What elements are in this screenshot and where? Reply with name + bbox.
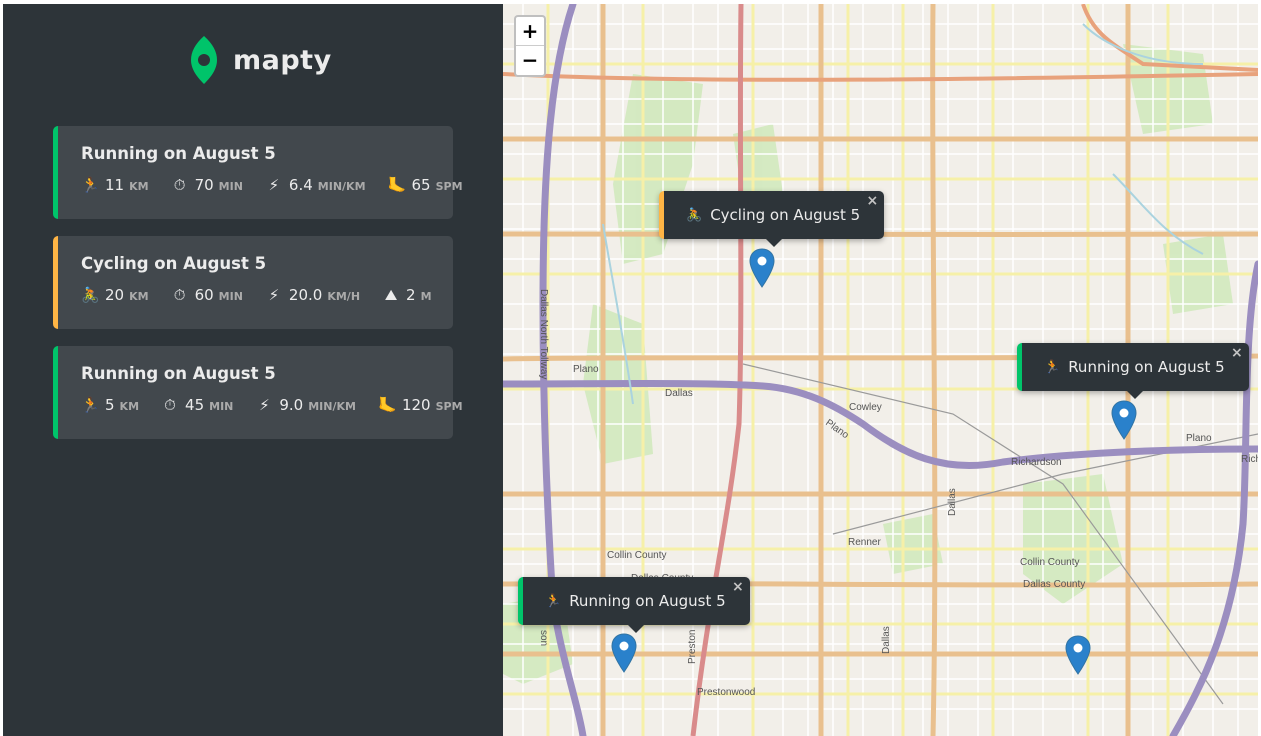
map-label: son (538, 630, 549, 646)
runner-icon: 🏃 (545, 593, 562, 609)
duration-value: 45 (185, 396, 205, 414)
map-marker-icon[interactable] (1065, 635, 1091, 675)
elevation-detail: ⛰ 2 m (382, 286, 432, 304)
runner-icon: 🏃 (1044, 359, 1061, 375)
duration-unit: min (218, 180, 243, 193)
distance-value: 5 (105, 396, 115, 414)
workout-card-running[interactable]: Running on August 5 🏃 11 km ⏱ 70 min ⚡ (53, 126, 463, 219)
sidebar: mapty Running on August 5 🏃 11 km ⏱ 70 m… (3, 4, 503, 736)
map-label: Dallas County (1023, 579, 1085, 590)
workout-card-running[interactable]: Running on August 5 🏃 5 km ⏱ 45 min ⚡ 9 (53, 346, 463, 439)
map-label: Dallas North Tollway (538, 289, 549, 379)
runner-icon: 🏃 (81, 396, 100, 414)
duration-detail: ⏱ 45 min (161, 396, 233, 414)
stopwatch-icon: ⏱ (164, 396, 176, 414)
map-label: Dallas (947, 488, 958, 516)
map-marker-icon[interactable] (1111, 400, 1137, 440)
speed-value: 20.0 (288, 286, 323, 304)
zoom-in-button[interactable]: + (516, 17, 544, 46)
duration-detail: ⏱ 60 min (171, 286, 243, 304)
app-name: mapty (233, 44, 332, 76)
workout-popup-cycling[interactable]: 🚴 Cycling on August 5 × (659, 191, 885, 247)
lightning-icon: ⚡ (268, 286, 280, 304)
popup-text: Running on August 5 (1068, 358, 1225, 376)
pace-value: 6.4 (288, 176, 313, 194)
distance-unit: km (129, 180, 149, 193)
map-label: Preston (687, 630, 698, 664)
cadence-value: 65 (411, 176, 431, 194)
speed-unit: km/h (327, 290, 361, 303)
pace-detail: ⚡ 6.4 min/km (265, 176, 366, 194)
popup-text: Running on August 5 (569, 592, 726, 610)
pace-unit: min/km (317, 180, 366, 193)
duration-value: 60 (194, 286, 214, 304)
map-label: Plano (573, 364, 599, 375)
foot-icon: 🦶 (387, 176, 407, 194)
cyclist-icon: 🚴 (81, 286, 100, 304)
workout-popup-running[interactable]: 🏃 Running on August 5 × (518, 577, 750, 633)
logo: mapty (189, 34, 332, 86)
workout-details: 🏃 11 km ⏱ 70 min ⚡ 6.4 min/km (81, 176, 463, 194)
map-label: Plano (1186, 433, 1212, 444)
pace-unit: min/km (308, 400, 356, 413)
runner-icon: 🏃 (81, 176, 100, 194)
distance-detail: 🏃 11 km (81, 176, 149, 194)
duration-detail: ⏱ 70 min (171, 176, 243, 194)
cyclist-icon: 🚴 (686, 207, 703, 223)
distance-unit: km (119, 400, 140, 413)
workout-title: Cycling on August 5 (81, 254, 267, 273)
distance-detail: 🏃 5 km (81, 396, 139, 414)
map-label: Collin County (607, 550, 666, 561)
cadence-detail: 🦶 65 spm (388, 176, 463, 194)
map-marker-icon[interactable] (749, 248, 775, 288)
cadence-unit: spm (435, 180, 463, 193)
duration-unit: min (218, 290, 243, 303)
foot-icon: 🦶 (377, 396, 397, 414)
close-icon[interactable]: × (866, 193, 878, 209)
close-icon[interactable]: × (1231, 345, 1243, 361)
lightning-icon: ⚡ (259, 396, 270, 414)
cadence-value: 120 (401, 396, 431, 414)
map-label: Renner (848, 537, 881, 548)
workout-title: Running on August 5 (81, 364, 276, 383)
speed-detail: ⚡ 20.0 km/h (265, 286, 360, 304)
distance-detail: 🚴 20 km (81, 286, 149, 304)
mountain-icon: ⛰ (384, 286, 398, 304)
workout-popup-running[interactable]: 🏃 Running on August 5 × (1017, 343, 1249, 399)
duration-value: 70 (194, 176, 214, 194)
zoom-control: + − (514, 15, 546, 77)
duration-unit: min (209, 400, 234, 413)
distance-unit: km (129, 290, 149, 303)
zoom-out-button[interactable]: − (516, 46, 544, 75)
pace-value: 9.0 (279, 396, 304, 414)
lightning-icon: ⚡ (268, 176, 280, 194)
map-label: Cowley (849, 402, 882, 413)
stopwatch-icon: ⏱ (173, 286, 186, 304)
workout-title: Running on August 5 (81, 144, 276, 163)
map-label: Prestonwood (697, 687, 755, 698)
map-label: Dallas (881, 626, 892, 654)
workout-details: 🏃 5 km ⏱ 45 min ⚡ 9.0 min/km (81, 396, 463, 414)
map-label: Dallas (665, 388, 693, 399)
pace-detail: ⚡ 9.0 min/km (255, 396, 356, 414)
map-marker-icon[interactable] (611, 633, 637, 673)
map-label: Rich (1241, 454, 1258, 465)
workout-details: 🚴 20 km ⏱ 60 min ⚡ 20.0 km/h (81, 286, 432, 304)
distance-value: 20 (105, 286, 125, 304)
cadence-unit: spm (435, 400, 463, 413)
map[interactable]: Dallas North Tollway Plano Dallas Cowley… (503, 4, 1258, 736)
elevation-value: 2 (406, 286, 416, 304)
elevation-unit: m (420, 290, 432, 303)
app: mapty Running on August 5 🏃 11 km ⏱ 70 m… (3, 4, 1258, 736)
workout-card-cycling[interactable]: Cycling on August 5 🚴 20 km ⏱ 60 min ⚡ (53, 236, 453, 329)
stopwatch-icon: ⏱ (173, 176, 186, 194)
map-label: Richardson (1011, 457, 1062, 468)
distance-value: 11 (105, 176, 125, 194)
map-pin-logo-icon (191, 36, 217, 84)
workout-list: Running on August 5 🏃 11 km ⏱ 70 min ⚡ (53, 126, 463, 456)
map-label: Collin County (1020, 557, 1079, 568)
popup-text: Cycling on August 5 (710, 206, 861, 224)
cadence-detail: 🦶 120 spm (378, 396, 463, 414)
close-icon[interactable]: × (732, 579, 744, 595)
